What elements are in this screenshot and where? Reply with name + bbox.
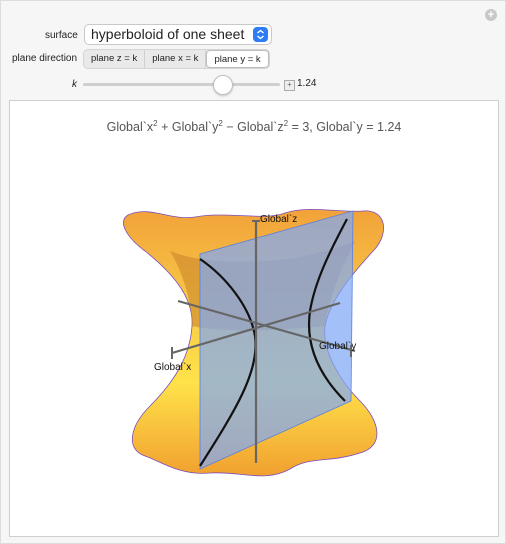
slider-expand-icon[interactable]: + xyxy=(284,80,295,91)
options-plus-icon[interactable]: + xyxy=(485,9,497,21)
plane-direction-label: plane direction xyxy=(12,53,78,64)
k-slider-knob[interactable] xyxy=(213,75,234,95)
surface-label: surface xyxy=(45,30,78,41)
k-label: k xyxy=(72,79,77,90)
k-value: 1.24 xyxy=(297,78,317,89)
plot-area: Global`x2 + Global`y2 − Global`z2 = 3, G… xyxy=(9,100,499,537)
chevron-updown-icon xyxy=(253,27,268,42)
demo-panel: + surface hyperboloid of one sheet plane… xyxy=(0,0,506,544)
plane-y-option[interactable]: plane y = k xyxy=(206,50,269,68)
surface-select-value: hyperboloid of one sheet xyxy=(91,26,245,42)
plane-z-option[interactable]: plane z = k xyxy=(84,50,146,68)
axis-x-label: Global`x xyxy=(154,361,191,373)
surface-3d-plot[interactable]: Global`z Global`y Global`x xyxy=(10,101,498,536)
axis-y-label: Global`y xyxy=(319,340,356,352)
plane-x-option[interactable]: plane x = k xyxy=(145,50,207,68)
axis-z-label: Global`z xyxy=(260,213,297,225)
k-slider-track[interactable] xyxy=(83,83,280,86)
plane-direction-segmented: plane z = k plane x = k plane y = k xyxy=(83,49,270,69)
surface-select[interactable]: hyperboloid of one sheet xyxy=(84,24,272,45)
